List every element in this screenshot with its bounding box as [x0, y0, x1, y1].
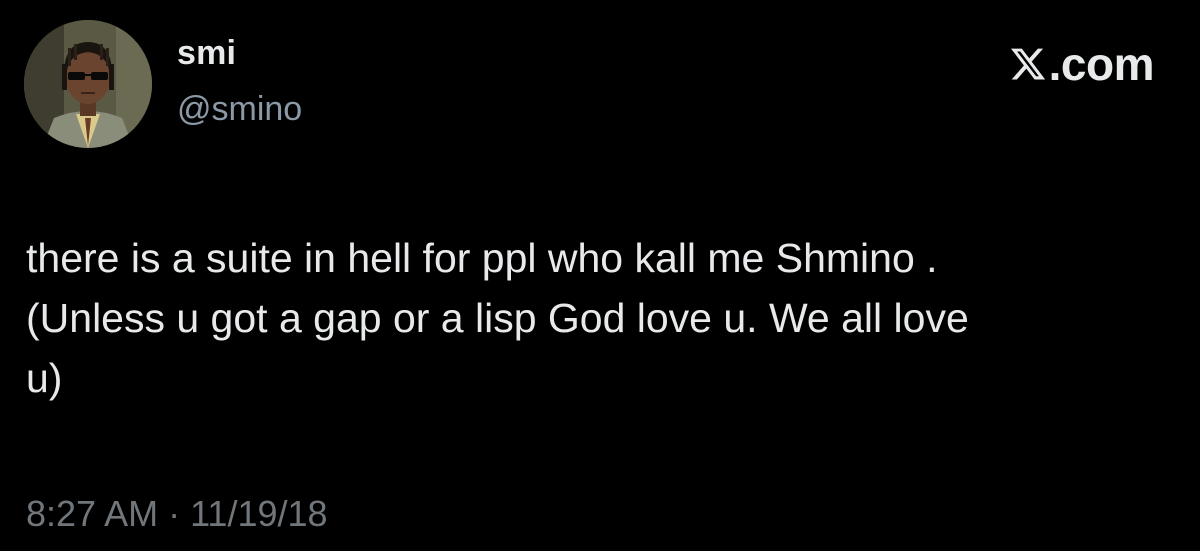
author-handle[interactable]: @smino	[177, 92, 302, 126]
author-display-name[interactable]: smi	[177, 36, 236, 70]
tweet-text: there is a suite in hell for ppl who kal…	[26, 235, 969, 401]
tweet-card: smi @smino .com there is a suite in hell…	[0, 0, 1200, 551]
brand-label: .com	[1048, 38, 1155, 90]
x-logo-icon	[1010, 48, 1045, 80]
tweet-timestamp[interactable]: 8:27 AM · 11/19/18	[26, 496, 328, 532]
brand-watermark: .com	[1009, 38, 1155, 90]
profile-avatar[interactable]	[24, 20, 152, 148]
avatar-image	[24, 20, 152, 148]
